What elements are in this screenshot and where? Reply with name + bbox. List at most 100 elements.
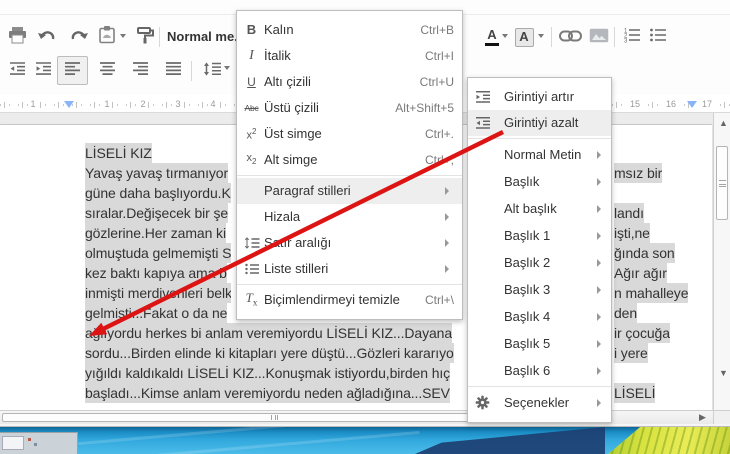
- blank-icon: [242, 178, 261, 204]
- vertical-scrollbar-thumb[interactable]: [716, 146, 728, 220]
- ruler-number: 17: [699, 99, 715, 110]
- text-color-button[interactable]: A: [480, 25, 504, 49]
- selected-text: sıralar.Değişecek bir şe: [85, 203, 229, 223]
- menu-item-ba-l-k-2[interactable]: Başlık 2: [468, 249, 611, 276]
- vertical-scrollbar[interactable]: ▲ ▼: [713, 113, 730, 410]
- text-color-dropdown-caret[interactable]: [502, 34, 508, 38]
- svg-text:3: 3: [624, 38, 628, 43]
- selected-text: ğında son: [614, 243, 675, 263]
- menu-item-i-talik[interactable]: I İtalik Ctrl+I: [237, 43, 462, 69]
- clipboard-dropdown-caret[interactable]: [120, 34, 126, 38]
- toolbar-separator: [159, 27, 160, 47]
- menu-item-kal-n[interactable]: B Kalın Ctrl+B: [237, 17, 462, 43]
- print-button[interactable]: [5, 25, 29, 49]
- selected-text: ir çocuğa: [614, 323, 670, 343]
- bulleted-list-button[interactable]: [646, 25, 670, 49]
- menu-item-bi-imlendirmeyi-temizle[interactable]: Tx Biçimlendirmeyi temizle Ctrl+\: [237, 287, 462, 313]
- document-text-line[interactable]: başladı...Kimse anlam veremiyordu neden …: [85, 383, 712, 403]
- menu-separator: [237, 175, 462, 176]
- menu-item-alt-ba-l-k[interactable]: Alt başlık: [468, 195, 611, 222]
- menu-item-shortcut: Ctrl+B: [420, 23, 454, 37]
- menu-item-paragraf-stilleri[interactable]: Paragraf stilleri: [237, 178, 462, 204]
- menu-item-alt-simge[interactable]: x2 Alt simge Ctrl+,: [237, 147, 462, 173]
- menu-item-alt-izili[interactable]: U Altı çizili Ctrl+U: [237, 69, 462, 95]
- scroll-down-icon[interactable]: ▼: [719, 369, 728, 378]
- menu-item-shortcut: Alt+Shift+5: [395, 101, 454, 115]
- left-indent-marker[interactable]: [64, 101, 74, 108]
- align-left-button[interactable]: [57, 56, 88, 85]
- menu-item-ba-l-k-5[interactable]: Başlık 5: [468, 330, 611, 357]
- paragraph-style-selector[interactable]: Normal me...: [167, 26, 237, 48]
- underline-icon: U: [247, 75, 256, 89]
- wallpaper-grass: [585, 427, 730, 454]
- right-indent-marker[interactable]: [687, 101, 697, 108]
- selected-text: işti,ne: [614, 223, 650, 243]
- menu-item-st-izili[interactable]: Abc Üstü çizili Alt+Shift+5: [237, 95, 462, 121]
- menu-item-label: Seçenekler: [504, 395, 570, 410]
- strikethrough-icon: Abc: [244, 103, 259, 113]
- scrollbar-grip: [719, 180, 726, 187]
- numbered-list-icon: 123: [623, 27, 641, 48]
- menu-item-label: Başlık 4: [504, 309, 551, 324]
- selected-text: kez baktı kapıya ama b: [85, 263, 227, 283]
- menu-item-girintiyi-art-r[interactable]: Girintiyi artır: [468, 84, 611, 110]
- selected-text: gelmişti...Fakat o da ne: [85, 303, 228, 323]
- numbered-list-button[interactable]: 123: [620, 25, 644, 49]
- undo-button[interactable]: [35, 25, 59, 49]
- decrease-indent-button[interactable]: [5, 59, 29, 83]
- menu-item-liste-stilleri[interactable]: Liste stilleri: [237, 256, 462, 282]
- selected-text: yığıldı kaldıkaldı LİSELİ KIZ...Konuşmak…: [85, 363, 451, 383]
- web-clipboard-button[interactable]: [95, 25, 119, 49]
- menu-item-ba-l-k-4[interactable]: Başlık 4: [468, 303, 611, 330]
- ruler-number: 15: [627, 99, 643, 110]
- selected-text: güne daha başlıyordu.K: [85, 183, 231, 203]
- paint-format-button[interactable]: [133, 25, 157, 49]
- format-menu: B Kalın Ctrl+B I İtalik Ctrl+I U Altı çizili Ctr…: [236, 10, 463, 320]
- blank-icon: [473, 303, 492, 330]
- document-text-line[interactable]: sordu...Birden elinde ki kitapları yere …: [85, 343, 712, 363]
- menu-item-se-enekler[interactable]: Seçenekler: [468, 389, 611, 416]
- document-text-line[interactable]: ağlıyordu herkes bi anlam veremiyordu Lİ…: [85, 323, 712, 343]
- menu-item-normal-metin[interactable]: Normal Metin: [468, 141, 611, 168]
- submenu-arrow-icon: [597, 366, 601, 375]
- increase-indent-button[interactable]: [31, 59, 55, 83]
- menu-item-ba-l-k-6[interactable]: Başlık 6: [468, 357, 611, 384]
- align-justify-button[interactable]: [161, 59, 185, 83]
- highlight-color-dropdown-caret[interactable]: [538, 34, 544, 38]
- menu-item-label: Girintiyi azalt: [504, 115, 579, 130]
- submenu-arrow-icon: [445, 265, 449, 273]
- menu-item-ba-l-k[interactable]: Başlık: [468, 168, 611, 195]
- menu-item-hizala[interactable]: Hizala: [237, 204, 462, 230]
- menu-item-shortcut: Ctrl+\: [424, 293, 454, 307]
- align-right-button[interactable]: [128, 59, 152, 83]
- scroll-up-icon[interactable]: ▲: [719, 119, 728, 128]
- highlight-color-button[interactable]: A: [512, 25, 536, 49]
- ruler-number: 2: [138, 99, 148, 110]
- toolbar-separator: [191, 61, 192, 81]
- increase-indent-icon: [35, 61, 52, 81]
- clipboard-icon: [98, 25, 116, 49]
- line-spacing-button[interactable]: [200, 59, 224, 83]
- align-center-button[interactable]: [95, 59, 119, 83]
- redo-button[interactable]: [67, 25, 91, 49]
- selected-text: den: [614, 303, 638, 323]
- menu-item-girintiyi-azalt[interactable]: Girintiyi azalt: [468, 110, 611, 136]
- background-window-mark: [28, 438, 31, 441]
- selected-text: olmuştuda gelmemişti S: [85, 243, 231, 263]
- blank-icon: [473, 222, 492, 249]
- line-spacing-dropdown-caret[interactable]: [224, 66, 230, 70]
- submenu-arrow-icon: [597, 339, 601, 348]
- background-window-fragment: [0, 432, 78, 454]
- document-text-line[interactable]: yığıldı kaldıkaldı LİSELİ KIZ...Konuşmak…: [85, 363, 712, 383]
- scroll-right-icon[interactable]: ▶: [699, 413, 706, 422]
- insert-link-button[interactable]: [558, 26, 582, 50]
- menu-item-ba-l-k-1[interactable]: Başlık 1: [468, 222, 611, 249]
- menu-item-st-simge[interactable]: x2 Üst simge Ctrl+.: [237, 121, 462, 147]
- menu-item-sat-r-aral[interactable]: Satır aralığı: [237, 230, 462, 256]
- selected-text: LİSELİ KIZ: [85, 143, 152, 163]
- menu-item-ba-l-k-3[interactable]: Başlık 3: [468, 276, 611, 303]
- selected-text: LİSELİ: [614, 383, 656, 403]
- insert-image-button[interactable]: [587, 26, 611, 50]
- horizontal-scrollbar-thumb[interactable]: [2, 413, 510, 422]
- blank-icon: [473, 330, 492, 357]
